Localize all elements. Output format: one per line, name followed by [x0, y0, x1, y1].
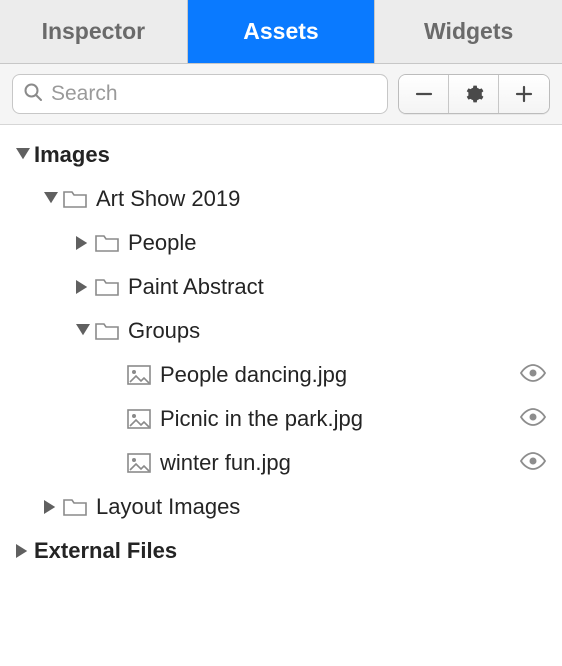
eye-icon[interactable] — [520, 364, 546, 387]
chevron-down-icon[interactable] — [40, 188, 62, 210]
tree-file-winter[interactable]: winter fun.jpg — [4, 441, 558, 485]
image-icon — [126, 452, 152, 474]
tree-folder-groups[interactable]: Groups — [4, 309, 558, 353]
tree-label: Layout Images — [96, 494, 240, 520]
chevron-right-icon[interactable] — [72, 276, 94, 298]
tree-folder-paint-abstract[interactable]: Paint Abstract — [4, 265, 558, 309]
tree-section-images[interactable]: Images — [4, 133, 558, 177]
tree-file-picnic[interactable]: Picnic in the park.jpg — [4, 397, 558, 441]
folder-icon — [94, 320, 120, 342]
gear-button[interactable] — [449, 75, 499, 113]
tree-label: winter fun.jpg — [160, 450, 291, 476]
chevron-right-icon[interactable] — [40, 496, 62, 518]
tree-label: People dancing.jpg — [160, 362, 347, 388]
chevron-down-icon[interactable] — [72, 320, 94, 342]
tab-label: Widgets — [424, 18, 513, 45]
image-icon — [126, 408, 152, 430]
tab-bar: Inspector Assets Widgets — [0, 0, 562, 64]
tree-section-external-files[interactable]: External Files — [4, 529, 558, 573]
search-icon — [23, 82, 43, 107]
tree-file-people-dancing[interactable]: People dancing.jpg — [4, 353, 558, 397]
chevron-right-icon[interactable] — [12, 540, 34, 562]
tree-label: Picnic in the park.jpg — [160, 406, 363, 432]
tab-label: Assets — [243, 18, 318, 45]
tree-label: Images — [34, 142, 110, 168]
eye-icon[interactable] — [520, 408, 546, 431]
tree-label: Paint Abstract — [128, 274, 264, 300]
tab-label: Inspector — [42, 18, 146, 45]
search-input[interactable] — [51, 82, 377, 106]
plus-button[interactable] — [499, 75, 549, 113]
tree-label: External Files — [34, 538, 177, 564]
chevron-right-icon[interactable] — [72, 232, 94, 254]
folder-icon — [94, 276, 120, 298]
tab-inspector[interactable]: Inspector — [0, 0, 188, 63]
tree-label: Art Show 2019 — [96, 186, 240, 212]
tab-assets[interactable]: Assets — [188, 0, 376, 63]
image-icon — [126, 364, 152, 386]
tree-label: People — [128, 230, 197, 256]
tree-label: Groups — [128, 318, 200, 344]
chevron-down-icon[interactable] — [12, 144, 34, 166]
toolbar-button-group — [398, 74, 550, 114]
folder-icon — [94, 232, 120, 254]
tree-folder-art-show[interactable]: Art Show 2019 — [4, 177, 558, 221]
tree-folder-layout-images[interactable]: Layout Images — [4, 485, 558, 529]
minus-button[interactable] — [399, 75, 449, 113]
asset-tree: Images Art Show 2019 People Paint Abstra… — [0, 125, 562, 573]
folder-icon — [62, 188, 88, 210]
tab-widgets[interactable]: Widgets — [375, 0, 562, 63]
search-field-wrap — [12, 74, 388, 114]
folder-icon — [62, 496, 88, 518]
eye-icon[interactable] — [520, 452, 546, 475]
tree-folder-people[interactable]: People — [4, 221, 558, 265]
toolbar — [0, 64, 562, 125]
